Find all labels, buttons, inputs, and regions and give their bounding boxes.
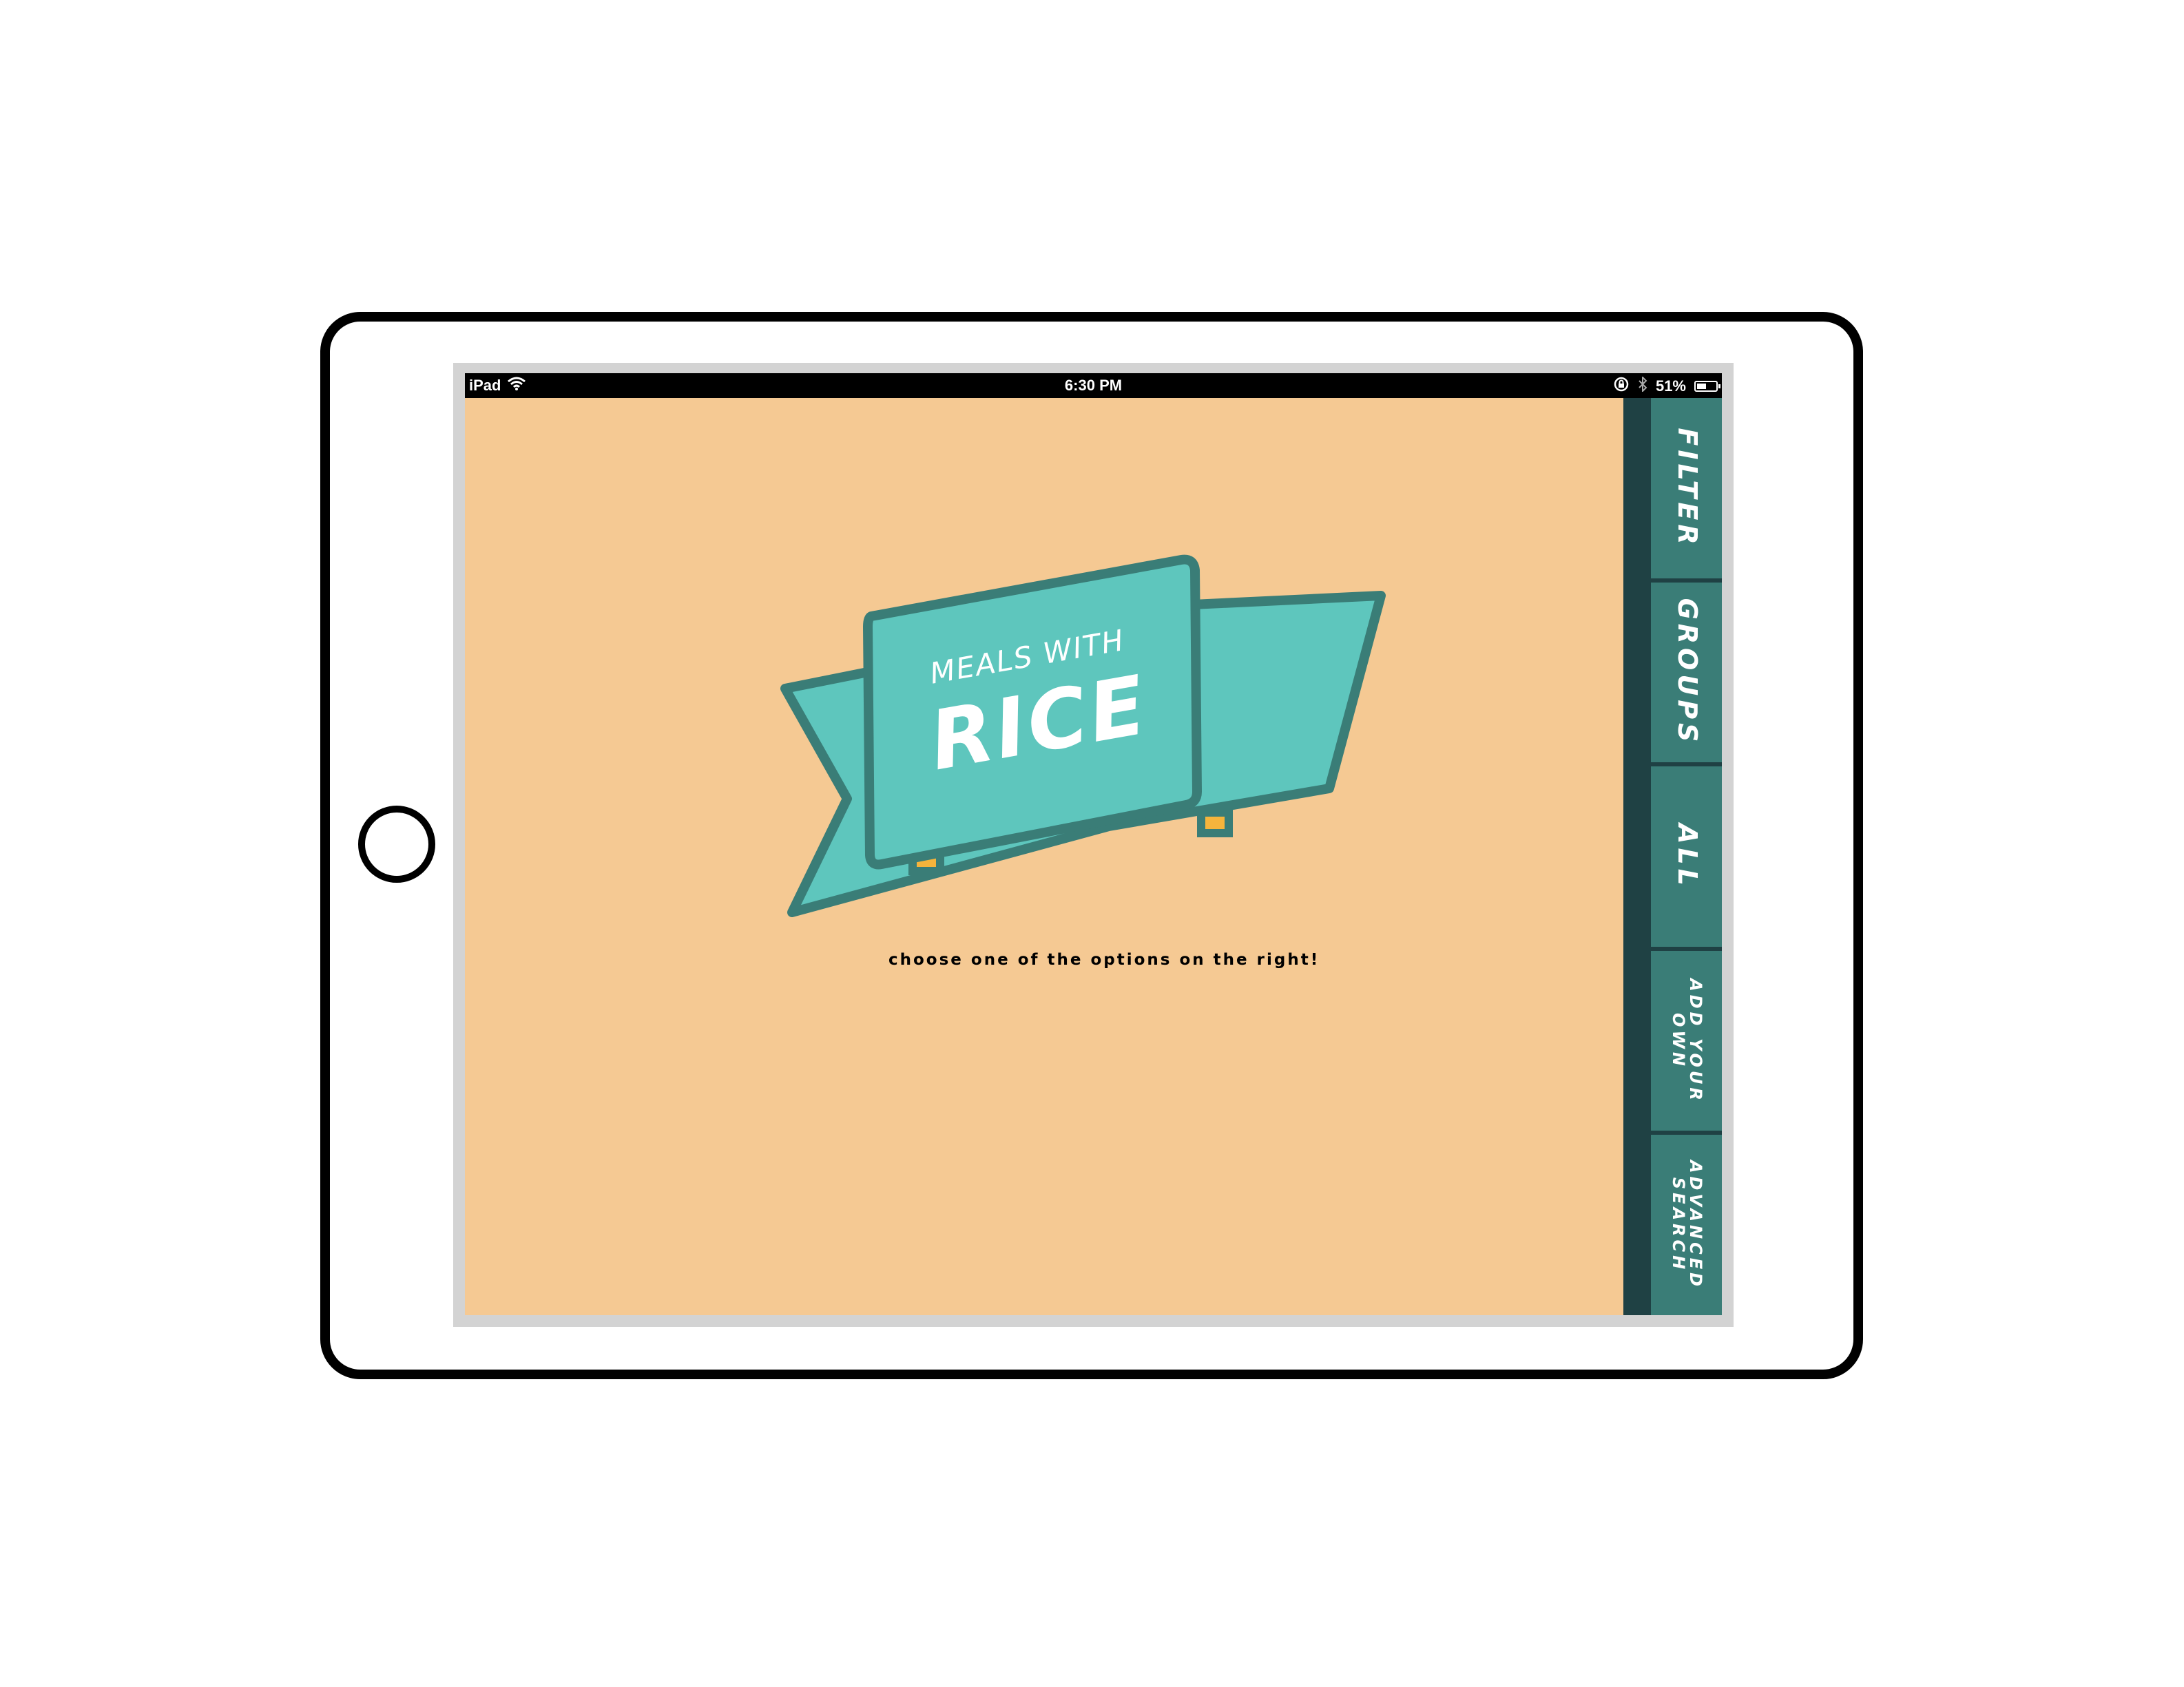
- status-bar: iPad 6:30 PM 51%: [465, 373, 1722, 398]
- side-nav: FILTER GROUPS ALL ADD YOUR OWN ADVANCED …: [1651, 398, 1722, 1315]
- nav-all-label: ALL: [1672, 824, 1703, 890]
- battery-icon: [1694, 381, 1720, 392]
- rotation-lock-icon: [1613, 376, 1630, 397]
- nav-all-button[interactable]: ALL: [1651, 766, 1722, 951]
- ribbon-tab-right: [1197, 808, 1233, 837]
- status-right: 51%: [1613, 375, 1720, 397]
- home-button[interactable]: [358, 806, 435, 883]
- meals-with-rice-banner: MEALS WITH RICE: [780, 554, 1386, 917]
- nav-shadow-strip: [1623, 398, 1651, 1315]
- status-time: 6:30 PM: [1064, 377, 1123, 394]
- nav-filter-label: FILTER: [1672, 428, 1703, 549]
- nav-filter-button[interactable]: FILTER: [1651, 398, 1722, 583]
- nav-groups-label: GROUPS: [1672, 598, 1703, 746]
- nav-groups-button[interactable]: GROUPS: [1651, 582, 1722, 767]
- nav-advanced-search-label: ADVANCED SEARCH: [1668, 1160, 1705, 1290]
- instruction-text: choose one of the options on the right!: [888, 951, 1320, 969]
- battery-percent: 51%: [1655, 377, 1686, 395]
- bluetooth-icon: [1638, 375, 1647, 396]
- nav-add-your-own-label: ADD YOUR OWN: [1668, 978, 1705, 1104]
- nav-advanced-search-button[interactable]: ADVANCED SEARCH: [1651, 1135, 1722, 1315]
- battery-level: [1697, 384, 1706, 389]
- nav-add-your-own-button[interactable]: ADD YOUR OWN: [1651, 950, 1722, 1135]
